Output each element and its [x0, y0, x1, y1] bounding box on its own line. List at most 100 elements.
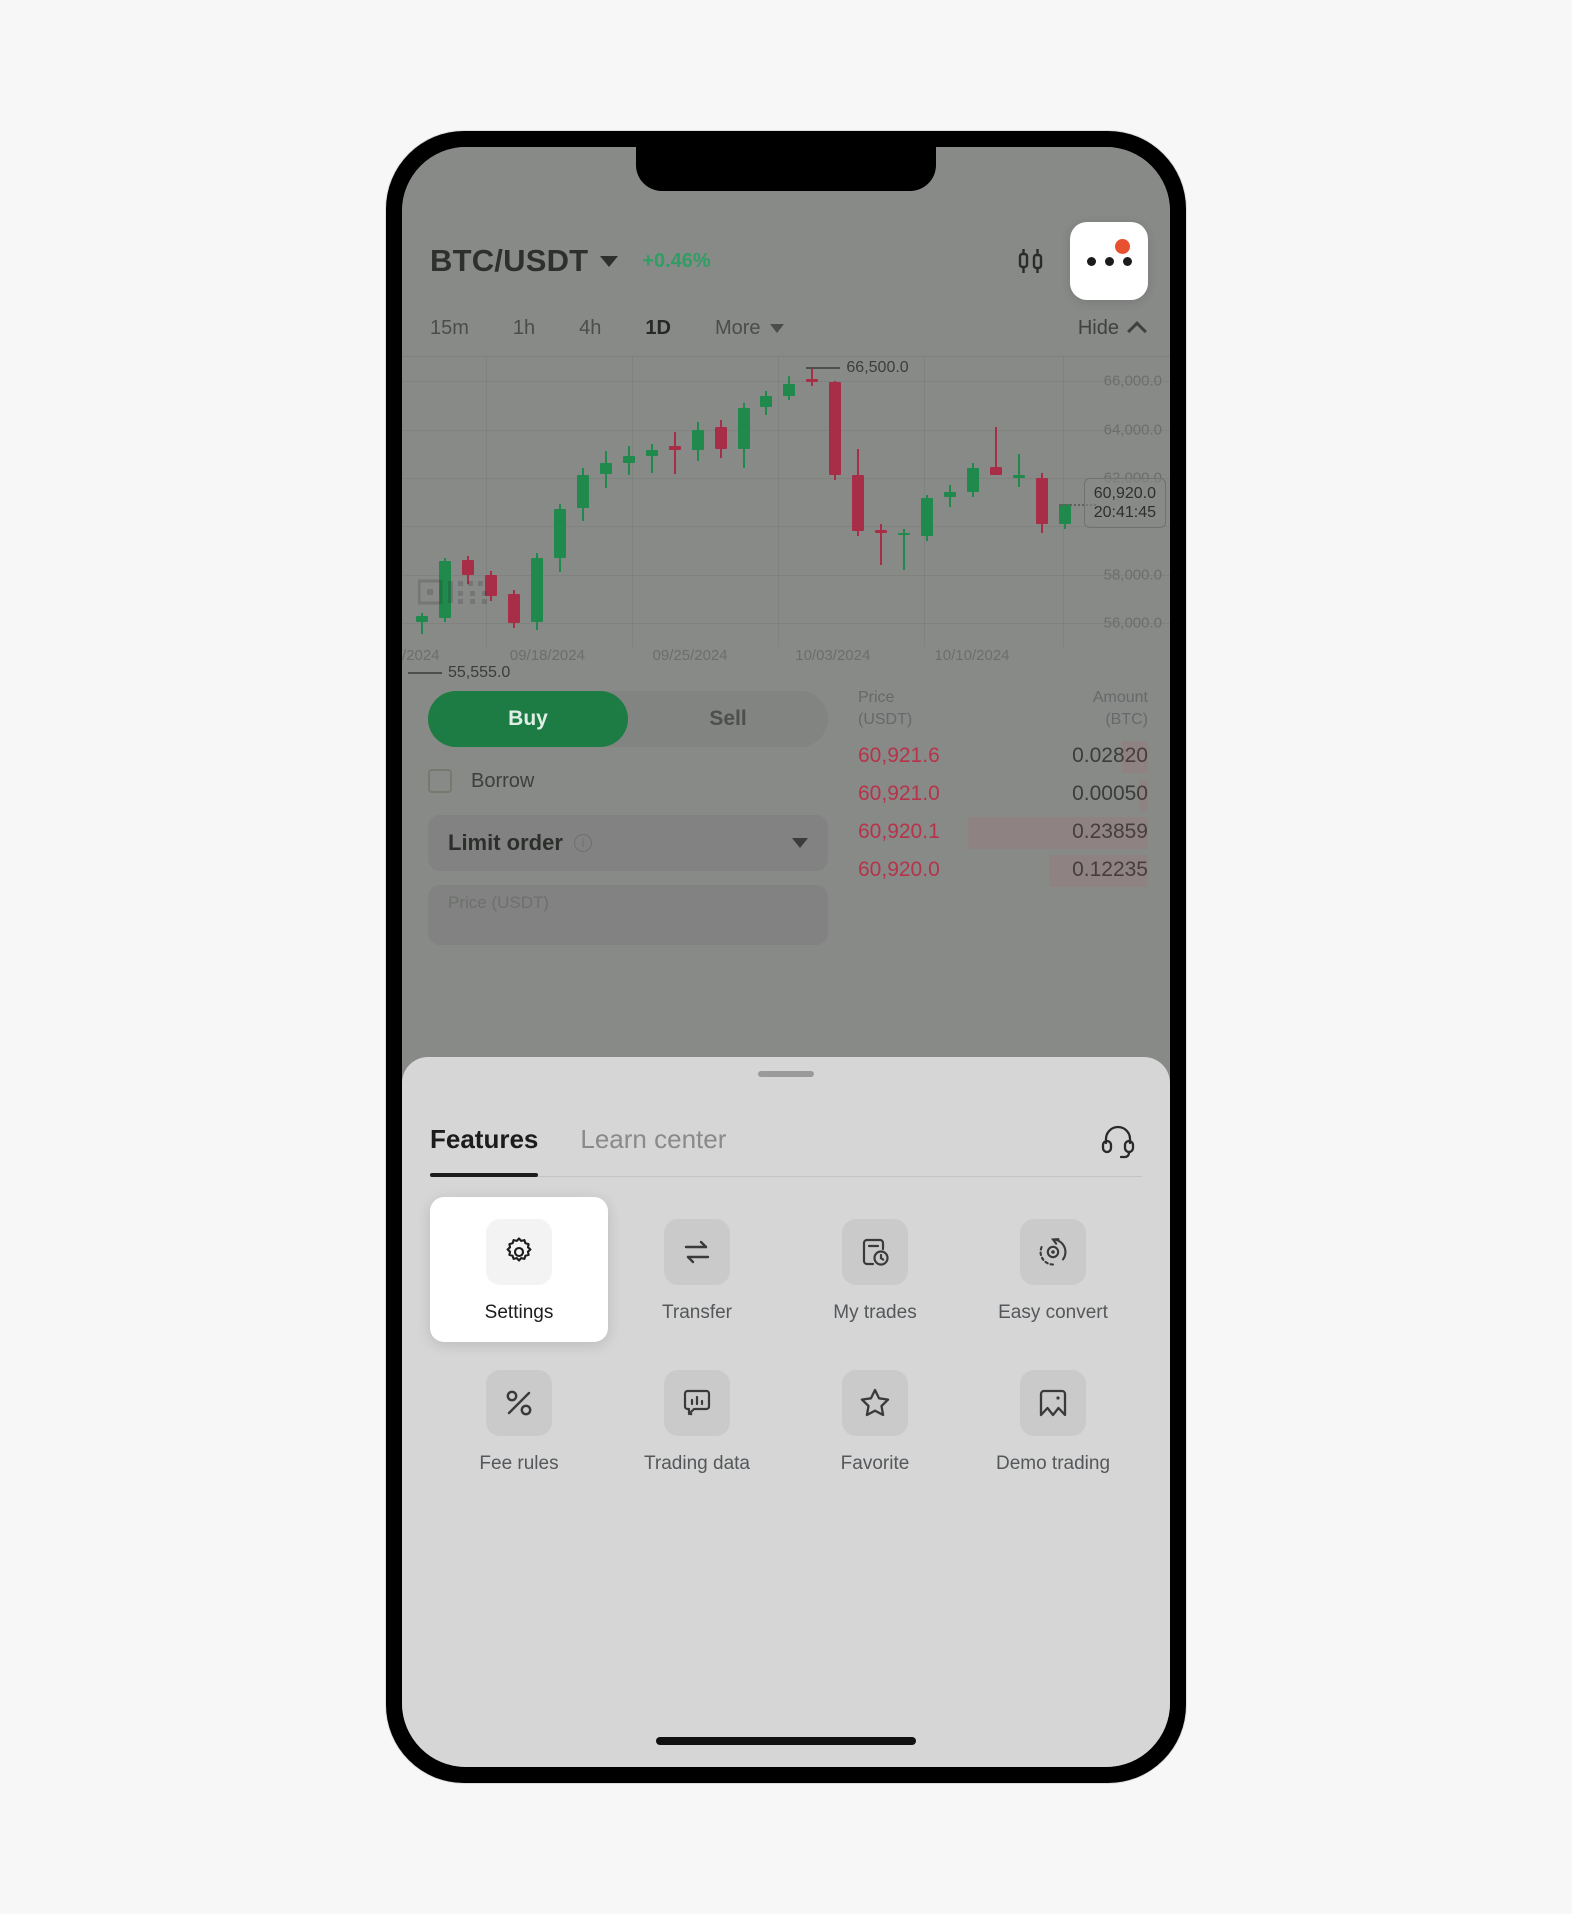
feature-favorite[interactable]: Favorite: [786, 1348, 964, 1493]
candle-body: [714, 427, 727, 449]
borrow-checkbox[interactable]: [428, 769, 452, 793]
notification-dot-icon: [1115, 239, 1130, 254]
feature-trading-data[interactable]: Trading data: [608, 1348, 786, 1493]
order-book-price-column: Price (USDT): [858, 687, 912, 730]
info-circle-icon[interactable]: i: [573, 834, 592, 852]
price-chart[interactable]: 66,000.064,000.062,000.058,000.056,000.0…: [402, 357, 1170, 681]
feature-fee-rules[interactable]: Fee rules: [430, 1348, 608, 1493]
tab-learn-center[interactable]: Learn center: [580, 1103, 726, 1177]
timeframe-15m[interactable]: 15m: [430, 317, 469, 340]
sheet-drag-handle[interactable]: [758, 1071, 814, 1077]
order-book-price: 60,920.1: [858, 820, 940, 844]
candle-wick: [1018, 453, 1021, 488]
timeframe-more-label: More: [714, 317, 761, 339]
last-price-countdown: 20:41:45: [1093, 504, 1156, 522]
candle-body: [1013, 475, 1026, 478]
trade-history-icon: [842, 1219, 908, 1285]
hide-chart-button[interactable]: Hide: [1077, 317, 1147, 341]
feature-settings[interactable]: Settings: [430, 1197, 608, 1342]
candle-body: [806, 378, 819, 383]
order-book-rows: 60,921.6 0.02820 60,921.0 0.00050 60,920.1 0.…: [858, 741, 1148, 888]
caret-down-icon[interactable]: [600, 255, 619, 267]
timeframe-1h[interactable]: 1h: [513, 317, 535, 340]
feature-transfer[interactable]: Transfer: [608, 1197, 786, 1342]
candle: [691, 357, 704, 647]
candle-body: [852, 475, 865, 531]
candle-wick: [673, 431, 676, 475]
chevron-down-icon: [792, 838, 808, 848]
borrow-row[interactable]: Borrow: [428, 769, 534, 793]
screenshot-stage: BTC/USDT +0.46% 15m 1h 4h 1D More Hide 6…: [0, 0, 1572, 1914]
candle: [714, 357, 727, 647]
price-input-placeholder: Price (USDT): [448, 893, 550, 912]
phone-frame: BTC/USDT +0.46% 15m 1h 4h 1D More Hide 6…: [386, 131, 1186, 1783]
timeframe-more-button[interactable]: More: [715, 317, 784, 340]
features-bottom-sheet: Features Learn center Settings Transfer My…: [402, 1057, 1170, 1767]
pair-name[interactable]: BTC/USDT: [430, 243, 588, 279]
headset-icon[interactable]: [1094, 1116, 1142, 1164]
candle: [967, 357, 980, 647]
candle-body: [576, 475, 589, 509]
amount-col-unit: (BTC): [1105, 710, 1148, 728]
candle-body: [737, 407, 750, 449]
candle-body: [416, 615, 428, 622]
more-options-button[interactable]: [1070, 222, 1148, 300]
y-axis-tick: 56,000.0: [1103, 614, 1162, 632]
pair-change-percent: +0.46%: [642, 249, 711, 272]
order-book-row[interactable]: 60,921.0 0.00050: [858, 779, 1148, 812]
price-col-title: Price: [858, 689, 895, 706]
candle: [944, 357, 957, 647]
gear-icon: [486, 1219, 552, 1285]
candle-body: [553, 509, 566, 558]
hide-label: Hide: [1077, 317, 1119, 339]
candle-body: [921, 498, 934, 536]
buy-tab[interactable]: Buy: [428, 691, 628, 747]
order-book[interactable]: Price (USDT) Amount (BTC) 60,921.6 0.0282…: [858, 687, 1148, 888]
order-book-price: 60,921.0: [858, 782, 940, 806]
order-book-amount: 0.00050: [1072, 782, 1148, 806]
candle: [875, 357, 888, 647]
demo-image-icon: [1020, 1370, 1086, 1436]
timeframe-1d[interactable]: 1D: [645, 317, 671, 340]
order-book-price: 60,921.6: [858, 744, 940, 768]
candlestick-series: [402, 357, 1098, 647]
candle: [1059, 357, 1072, 647]
feature-my-trades[interactable]: My trades: [786, 1197, 964, 1342]
trading-data-icon: [664, 1370, 730, 1436]
chevron-up-icon: [1127, 321, 1147, 341]
y-axis-tick: 66,000.0: [1103, 372, 1162, 390]
order-book-row[interactable]: 60,920.0 0.12235: [858, 855, 1148, 888]
order-book-row[interactable]: 60,921.6 0.02820: [858, 741, 1148, 774]
candle: [898, 357, 911, 647]
feature-easy-convert[interactable]: Easy convert: [964, 1197, 1142, 1342]
price-col-unit: (USDT): [858, 710, 913, 728]
candle: [507, 357, 520, 647]
candle: [760, 357, 773, 647]
timeframe-bar: 15m 1h 4h 1D More Hide: [402, 301, 1170, 357]
candle: [806, 357, 819, 647]
tab-features[interactable]: Features: [430, 1103, 539, 1177]
candle-body: [760, 395, 773, 407]
marker-line: [806, 367, 841, 370]
candle-body: [622, 456, 635, 464]
timeframe-4h[interactable]: 4h: [579, 317, 601, 340]
price-input[interactable]: Price (USDT): [428, 885, 828, 945]
borrow-label: Borrow: [471, 769, 535, 792]
pair-header: BTC/USDT +0.46%: [402, 222, 1170, 300]
order-book-price: 60,920.0: [858, 858, 940, 882]
candle-body: [1059, 503, 1072, 524]
order-book-row[interactable]: 60,920.1 0.23859: [858, 817, 1148, 850]
candle: [599, 357, 612, 647]
candle: [553, 357, 566, 647]
order-type-dropdown[interactable]: Limit order i: [428, 815, 828, 871]
feature-demo-trading[interactable]: Demo trading: [964, 1348, 1142, 1493]
percent-icon: [486, 1370, 552, 1436]
candle: [829, 357, 842, 647]
phone-screen: BTC/USDT +0.46% 15m 1h 4h 1D More Hide 6…: [402, 147, 1170, 1767]
candlestick-chart-icon[interactable]: [1008, 238, 1054, 284]
x-axis-tick: /2024: [402, 647, 440, 664]
x-axis-tick: 10/03/2024: [795, 647, 871, 664]
sell-tab[interactable]: Sell: [628, 691, 828, 747]
candle: [645, 357, 658, 647]
order-book-header: Price (USDT) Amount (BTC): [858, 687, 1148, 730]
